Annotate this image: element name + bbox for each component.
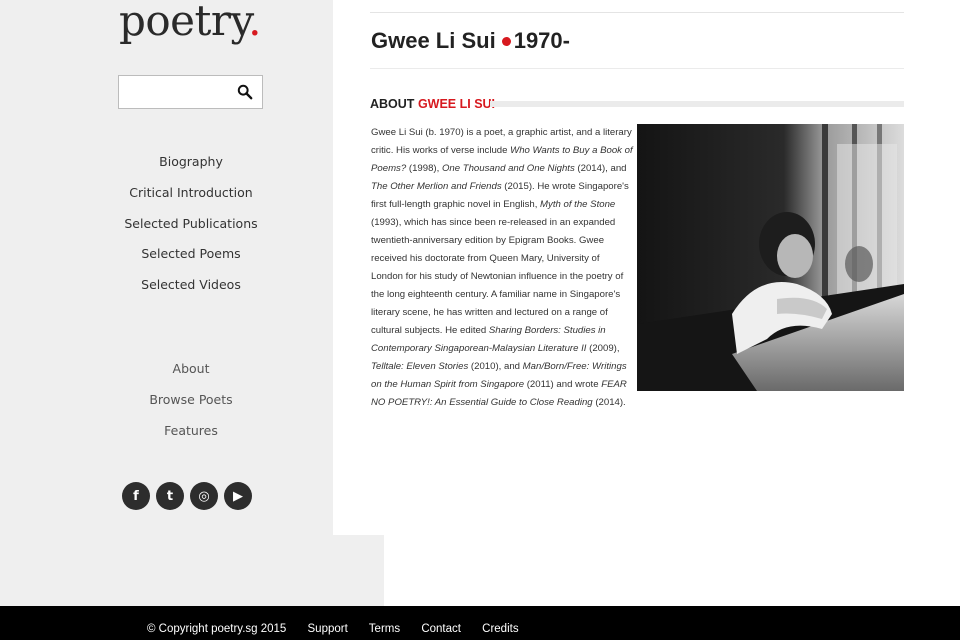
nav-browse-poets[interactable]: Browse Poets (90, 385, 292, 416)
footer: © Copyright poetry.sg 2015 Support Terms… (0, 606, 960, 640)
poet-name: Gwee Li Sui (371, 28, 496, 53)
about-heading-bar (490, 101, 904, 107)
page-title: Gwee Li Sui 1970- (371, 28, 570, 54)
nav-features[interactable]: Features (90, 416, 292, 447)
bio-text: (2010), and (468, 361, 523, 372)
logo-text[interactable]: poetry (119, 0, 249, 45)
bio-title: Telltale: Eleven Stories (371, 361, 469, 372)
poet-years: 1970- (513, 28, 570, 53)
bio-text: (2011) and wrote (524, 379, 602, 390)
social-links: f t ◎ ▶ (122, 482, 252, 510)
nav-selected-poems[interactable]: Selected Poems (90, 239, 292, 270)
nav-selected-videos[interactable]: Selected Videos (90, 270, 292, 301)
primary-nav: Biography Critical Introduction Selected… (90, 147, 292, 301)
footer-link-credits[interactable]: Credits (482, 623, 518, 635)
about-heading: ABOUT GWEE LI SUI (370, 97, 495, 111)
nav-critical-introduction[interactable]: Critical Introduction (90, 178, 292, 209)
bio-title: The Other Merlion and Friends (371, 181, 502, 192)
poet-photo-image (637, 124, 904, 391)
sidebar-extension (0, 535, 384, 606)
footer-link-contact[interactable]: Contact (421, 623, 461, 635)
nav-selected-publications[interactable]: Selected Publications (90, 209, 292, 240)
footer-link-terms[interactable]: Terms (369, 623, 400, 635)
bio-text: (1998), (406, 163, 442, 174)
site-logo[interactable]: poetry. (119, 0, 261, 45)
logo-dot: . (248, 0, 261, 45)
secondary-nav: About Browse Poets Features (90, 354, 292, 446)
search-input[interactable] (123, 80, 233, 104)
about-name: GWEE LI SUI (417, 97, 496, 111)
bio-text: (1993), which has since been re-released… (371, 217, 624, 336)
title-dot (501, 36, 511, 46)
bio-text: (2014). (592, 397, 626, 408)
poet-photo (637, 124, 904, 391)
twitter-icon[interactable]: t (156, 482, 184, 510)
about-prefix: ABOUT (370, 97, 415, 111)
bio-title: One Thousand and One Nights (441, 163, 575, 174)
footer-link-support[interactable]: Support (308, 623, 348, 635)
biography-text: Gwee Li Sui (b. 1970) is a poet, a graph… (371, 124, 633, 412)
search-box (118, 75, 263, 109)
search-icon[interactable] (237, 84, 253, 100)
footer-copyright: © Copyright poetry.sg 2015 (147, 623, 287, 635)
nav-biography[interactable]: Biography (90, 147, 292, 178)
title-divider (370, 68, 904, 69)
nav-about[interactable]: About (90, 354, 292, 385)
bio-text: (2014), and (574, 163, 627, 174)
instagram-icon[interactable]: ◎ (190, 482, 218, 510)
footer-links: © Copyright poetry.sg 2015 Support Terms… (147, 606, 537, 640)
facebook-icon[interactable]: f (122, 482, 150, 510)
bio-title: Myth of the Stone (540, 199, 616, 210)
bio-text: (2009), (586, 343, 620, 354)
top-divider (370, 12, 904, 13)
youtube-icon[interactable]: ▶ (224, 482, 252, 510)
